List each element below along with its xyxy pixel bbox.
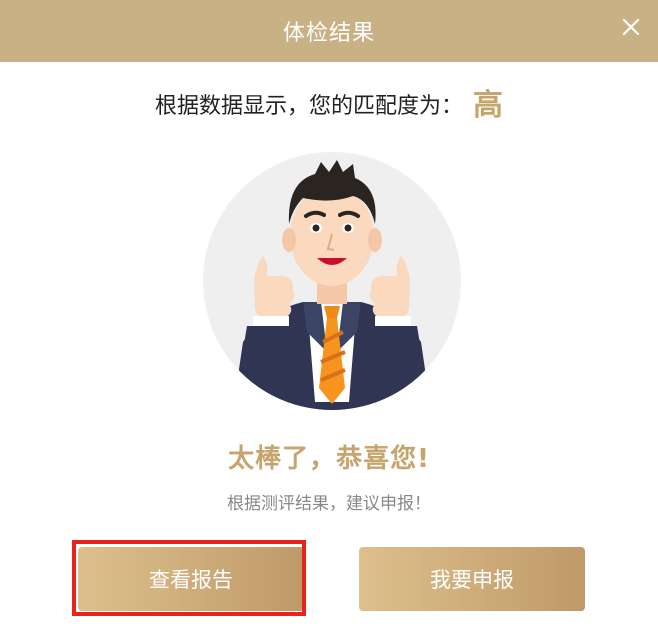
apply-button[interactable]: 我要申报 (359, 547, 585, 611)
view-report-button-label: 查看报告 (149, 568, 233, 592)
suggestion-text: 根据测评结果，建议申报！ (227, 494, 431, 514)
close-icon[interactable] (618, 14, 644, 40)
match-level: 高 (473, 88, 503, 123)
dialog-title: 体检结果 (282, 21, 375, 46)
congrats-heading: 太棒了，恭喜您! (228, 444, 430, 474)
result-dialog: 体检结果 根据数据显示，您的匹配度为： 高 太棒了，恭喜您! 根据测评结果，建议申… (0, 0, 658, 631)
match-result-label: 根据数据显示，您的匹配度为： (154, 94, 463, 119)
dialog-header: 体检结果 (0, 0, 658, 62)
businessman-thumbs-up-illustration (203, 152, 461, 410)
view-report-button[interactable]: 查看报告 (78, 547, 304, 611)
apply-button-label: 我要申报 (430, 568, 514, 592)
match-result: 根据数据显示，您的匹配度为： 高 (0, 84, 658, 129)
